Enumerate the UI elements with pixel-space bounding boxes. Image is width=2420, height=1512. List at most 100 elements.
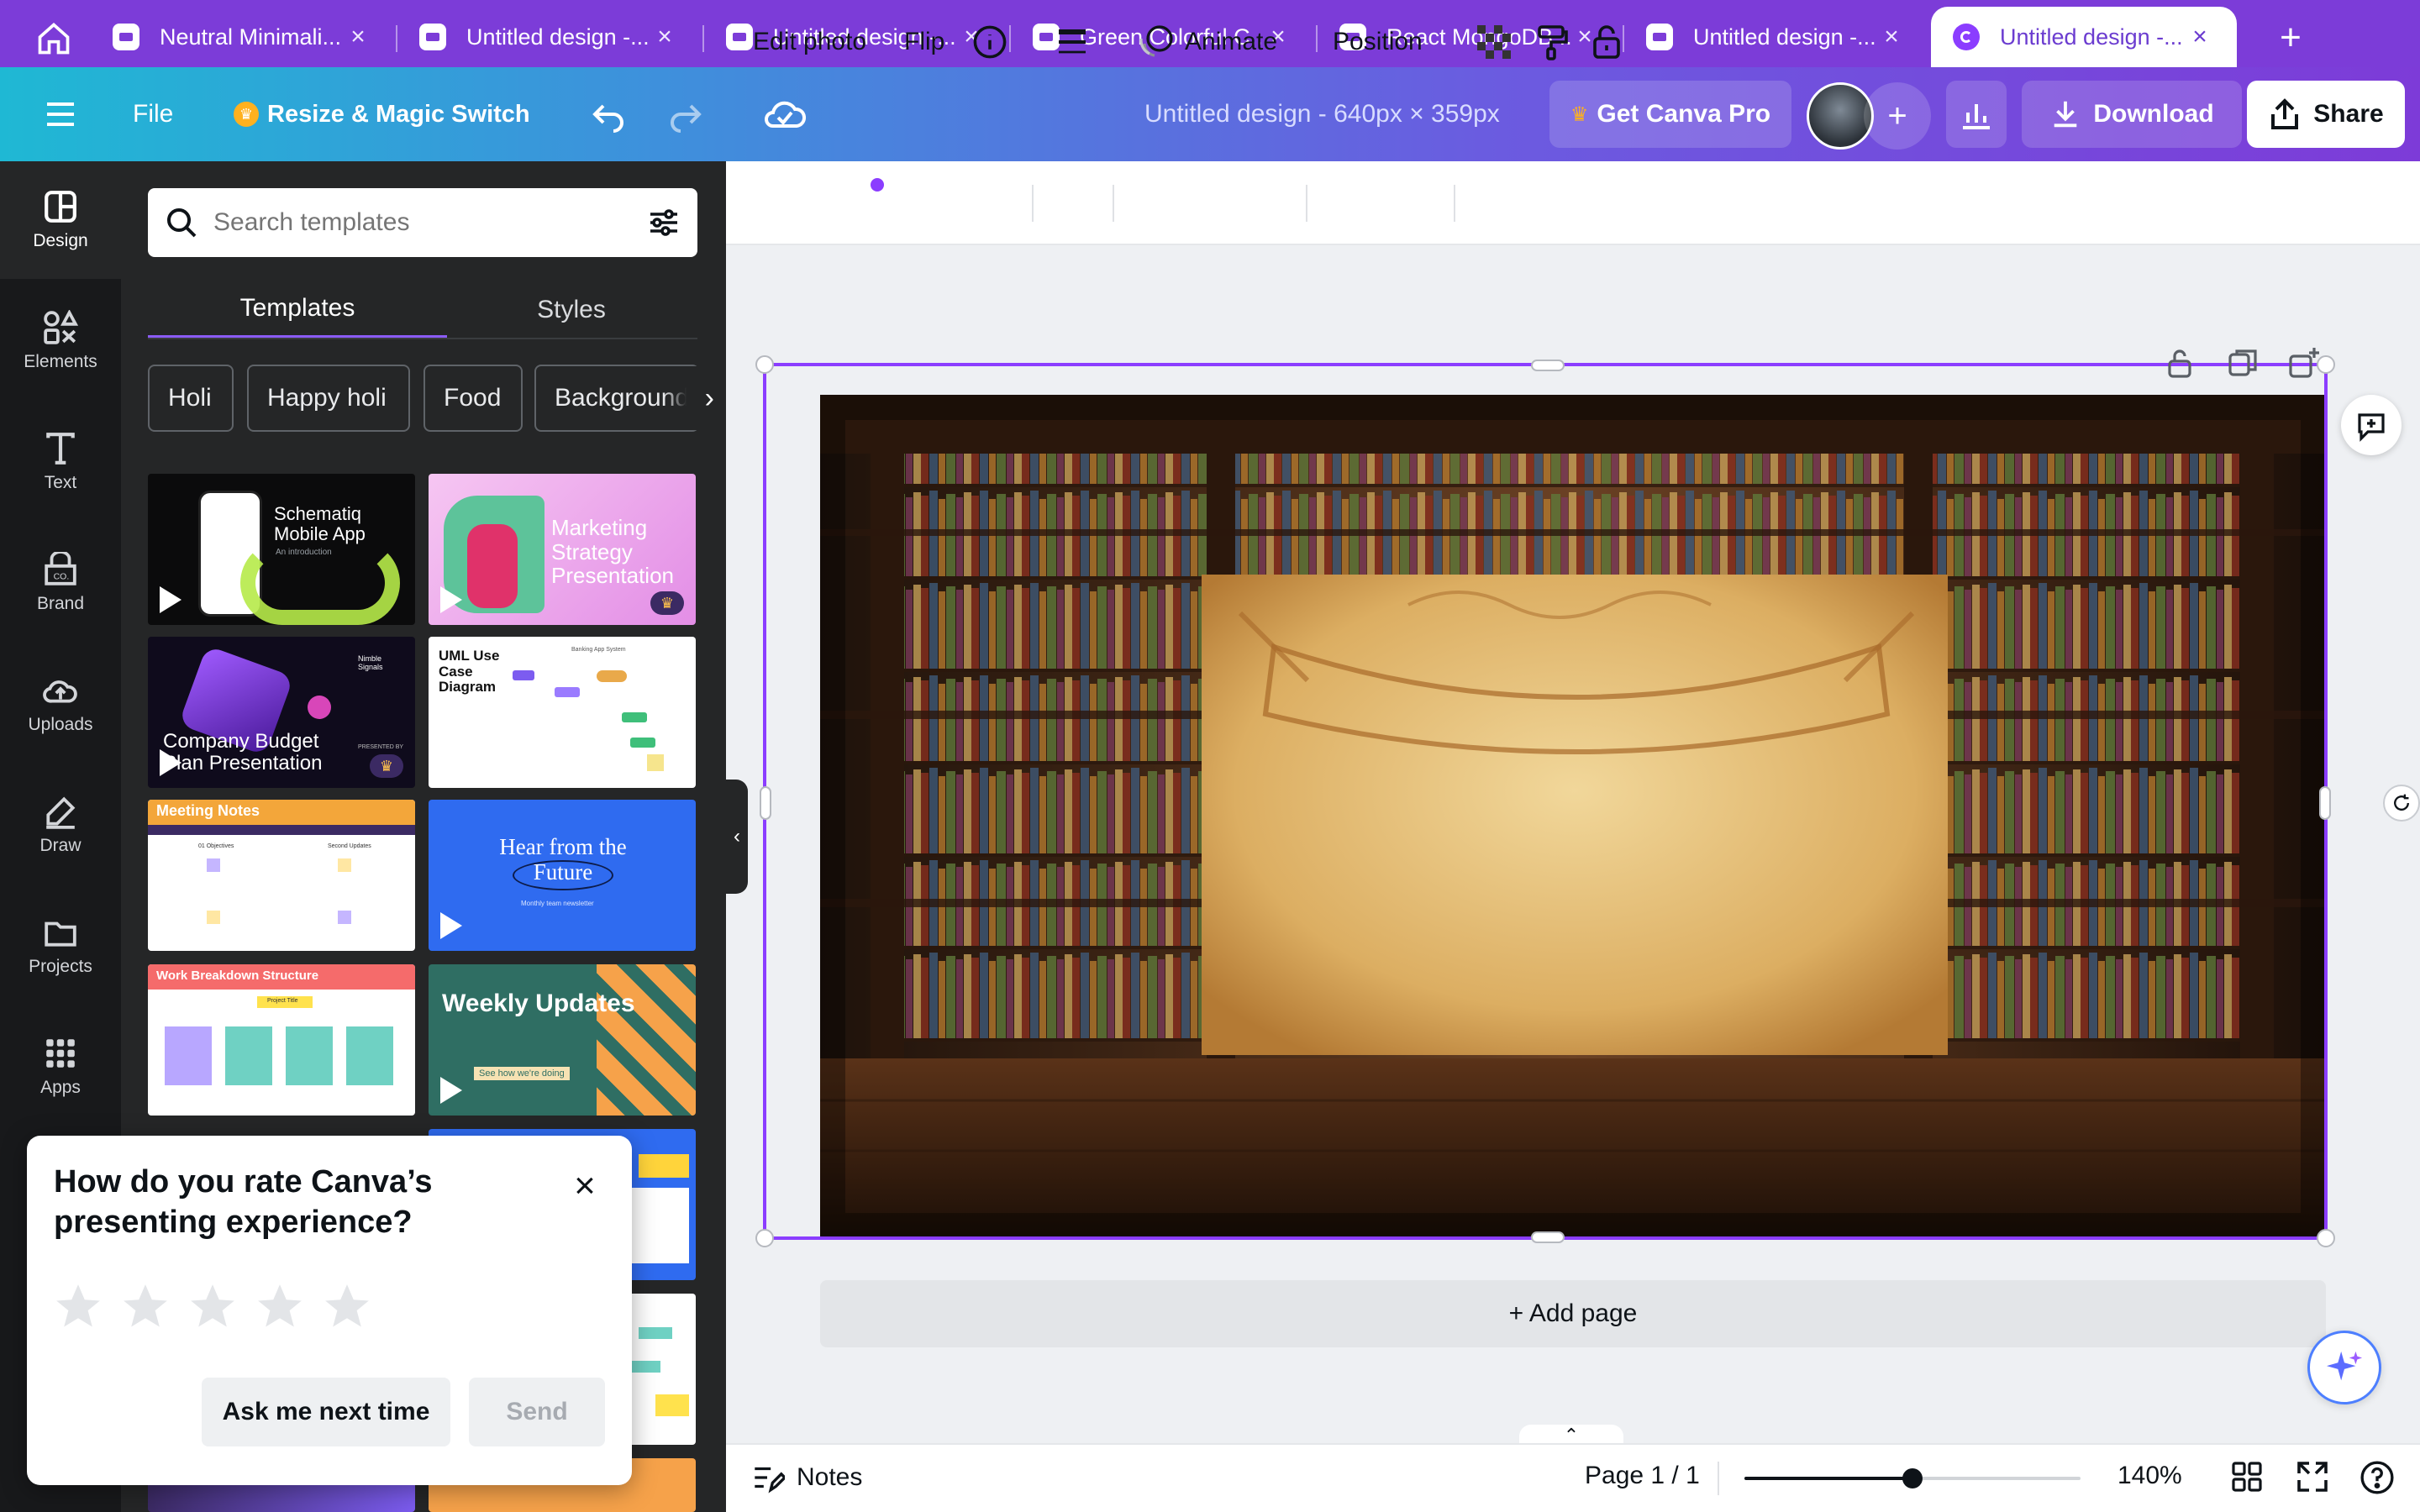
template-card[interactable]: UML Use Case Diagram Banking App System xyxy=(429,637,696,788)
cloud-saved-icon[interactable] xyxy=(761,92,808,140)
redo-icon[interactable] xyxy=(666,94,706,139)
star-icon[interactable] xyxy=(52,1280,104,1332)
get-canva-pro-button[interactable]: ♛ Get Canva Pro xyxy=(1549,81,1791,148)
flip-button[interactable]: Flip xyxy=(904,0,944,84)
lock-icon[interactable] xyxy=(1590,0,1623,84)
add-page-icon[interactable] xyxy=(2287,346,2321,384)
page-indicator[interactable]: Page 1 / 1 xyxy=(1585,1462,1700,1490)
sphere-graphic xyxy=(308,696,331,719)
edit-photo-button[interactable]: Edit photo xyxy=(753,0,866,84)
close-icon[interactable]: × xyxy=(565,1165,605,1206)
close-icon[interactable]: × xyxy=(1878,23,1905,51)
template-card[interactable]: Nimble Signals Company Budget Plan Prese… xyxy=(148,637,415,788)
magic-assistant-button[interactable] xyxy=(2307,1331,2381,1404)
crown-icon: ♛ xyxy=(1570,102,1589,126)
resize-handle[interactable] xyxy=(2317,1229,2335,1247)
chip-happy-holi[interactable]: Happy holi xyxy=(247,365,410,432)
chevron-right-icon[interactable]: › xyxy=(664,366,714,430)
apps-grid-icon xyxy=(46,1039,75,1068)
download-button[interactable]: Download xyxy=(2022,81,2242,148)
rail-item-brand[interactable]: CO. Brand xyxy=(0,524,121,642)
add-collaborator-button[interactable]: + xyxy=(1864,82,1931,150)
close-icon[interactable]: × xyxy=(2186,23,2213,51)
search-input[interactable] xyxy=(213,208,647,237)
template-card[interactable]: Work Breakdown Structure Project Title xyxy=(148,964,415,1116)
ask-later-button[interactable]: Ask me next time xyxy=(202,1378,450,1446)
position-button[interactable]: Position xyxy=(1333,0,1423,84)
browser-tab-active[interactable]: Untitled design -... × xyxy=(1931,7,2237,67)
file-menu[interactable]: File xyxy=(133,94,173,134)
fullscreen-icon[interactable] xyxy=(2296,1460,2329,1498)
resize-handle[interactable] xyxy=(760,786,771,820)
template-subtitle: See how we're doing xyxy=(474,1067,570,1081)
tab-templates[interactable]: Templates xyxy=(148,281,447,339)
browser-tab[interactable]: Untitled design -... × xyxy=(1624,7,1928,67)
template-card[interactable]: Marketing Strategy Presentation ♛ xyxy=(429,474,696,625)
rail-item-apps[interactable]: Apps xyxy=(0,1008,121,1126)
add-page-button[interactable]: + Add page xyxy=(820,1280,2326,1347)
star-icon[interactable] xyxy=(321,1280,373,1332)
info-icon[interactable] xyxy=(971,0,1008,84)
rotate-icon[interactable] xyxy=(2383,785,2420,822)
rail-item-draw[interactable]: Draw xyxy=(0,766,121,884)
duplicate-icon[interactable] xyxy=(2227,346,2259,384)
toolbar-divider xyxy=(1718,1462,1719,1495)
resize-magic-switch-button[interactable]: ♛ Resize & Magic Switch xyxy=(234,94,530,134)
home-icon[interactable] xyxy=(17,10,91,67)
template-card[interactable]: Weekly Updates See how we're doing xyxy=(429,964,696,1116)
close-icon[interactable]: × xyxy=(651,23,678,51)
selection-frame[interactable] xyxy=(755,355,2335,1247)
resize-handle[interactable] xyxy=(1531,1231,1565,1243)
help-icon[interactable] xyxy=(2360,1460,2395,1499)
tab-styles[interactable]: Styles xyxy=(454,281,689,339)
add-comment-button[interactable] xyxy=(2341,395,2402,455)
rail-item-uploads[interactable]: Uploads xyxy=(0,645,121,763)
border-style-icon[interactable] xyxy=(1055,0,1089,84)
rail-item-projects[interactable]: Projects xyxy=(0,887,121,1005)
new-tab-button[interactable]: + xyxy=(2260,10,2321,66)
draw-icon xyxy=(46,796,76,829)
close-icon[interactable]: × xyxy=(345,23,371,51)
animate-button[interactable]: Animate xyxy=(1138,0,1277,84)
browser-tab[interactable]: Untitled design -... × xyxy=(397,7,702,67)
insights-icon[interactable] xyxy=(1946,81,2007,148)
diagram-column xyxy=(286,1026,333,1085)
filter-icon[interactable] xyxy=(647,206,681,239)
zoom-level[interactable]: 140% xyxy=(2118,1462,2182,1490)
chip-food[interactable]: Food xyxy=(424,365,523,432)
notes-icon xyxy=(755,1467,785,1494)
star-icon[interactable] xyxy=(254,1280,306,1332)
share-button[interactable]: Share xyxy=(2247,81,2405,148)
resize-handle[interactable] xyxy=(755,1229,774,1247)
paint-roller-icon[interactable] xyxy=(1534,0,1568,84)
sticky-note xyxy=(338,858,351,872)
diagram-column xyxy=(225,1026,272,1085)
resize-handle[interactable] xyxy=(755,355,774,374)
notes-button[interactable]: Notes xyxy=(750,1460,862,1495)
menu-icon[interactable] xyxy=(44,94,77,134)
folder-icon xyxy=(45,921,76,947)
search-box[interactable] xyxy=(148,188,697,257)
zoom-slider[interactable] xyxy=(1744,1468,2081,1488)
grid-view-icon[interactable] xyxy=(2230,1460,2264,1498)
star-icon[interactable] xyxy=(119,1280,171,1332)
collapse-panel-handle[interactable]: ‹ xyxy=(726,780,748,894)
rail-item-text[interactable]: Text xyxy=(0,403,121,521)
document-title[interactable]: Untitled design - 640px × 359px xyxy=(1144,94,1500,134)
brand-icon: CO. xyxy=(45,552,76,585)
send-button[interactable]: Send xyxy=(469,1378,605,1446)
template-card[interactable]: Meeting Notes 01 Objectives Second Updat… xyxy=(148,800,415,951)
chip-holi[interactable]: Holi xyxy=(148,365,234,432)
zoom-slider-knob[interactable] xyxy=(1902,1468,1923,1488)
template-card[interactable]: Hear from the Future Monthly team newsle… xyxy=(429,800,696,951)
resize-handle[interactable] xyxy=(2319,786,2331,820)
template-card[interactable]: Schematiq Mobile App An introduction xyxy=(148,474,415,625)
browser-tab[interactable]: Neutral Minimali... × xyxy=(91,7,395,67)
unlock-icon[interactable] xyxy=(2165,346,2195,384)
rail-item-design[interactable]: Design xyxy=(0,161,121,279)
resize-handle[interactable] xyxy=(1531,360,1565,371)
undo-icon[interactable] xyxy=(588,94,629,139)
rail-item-elements[interactable]: Elements xyxy=(0,282,121,400)
transparency-icon[interactable] xyxy=(1477,0,1511,84)
star-icon[interactable] xyxy=(187,1280,239,1332)
